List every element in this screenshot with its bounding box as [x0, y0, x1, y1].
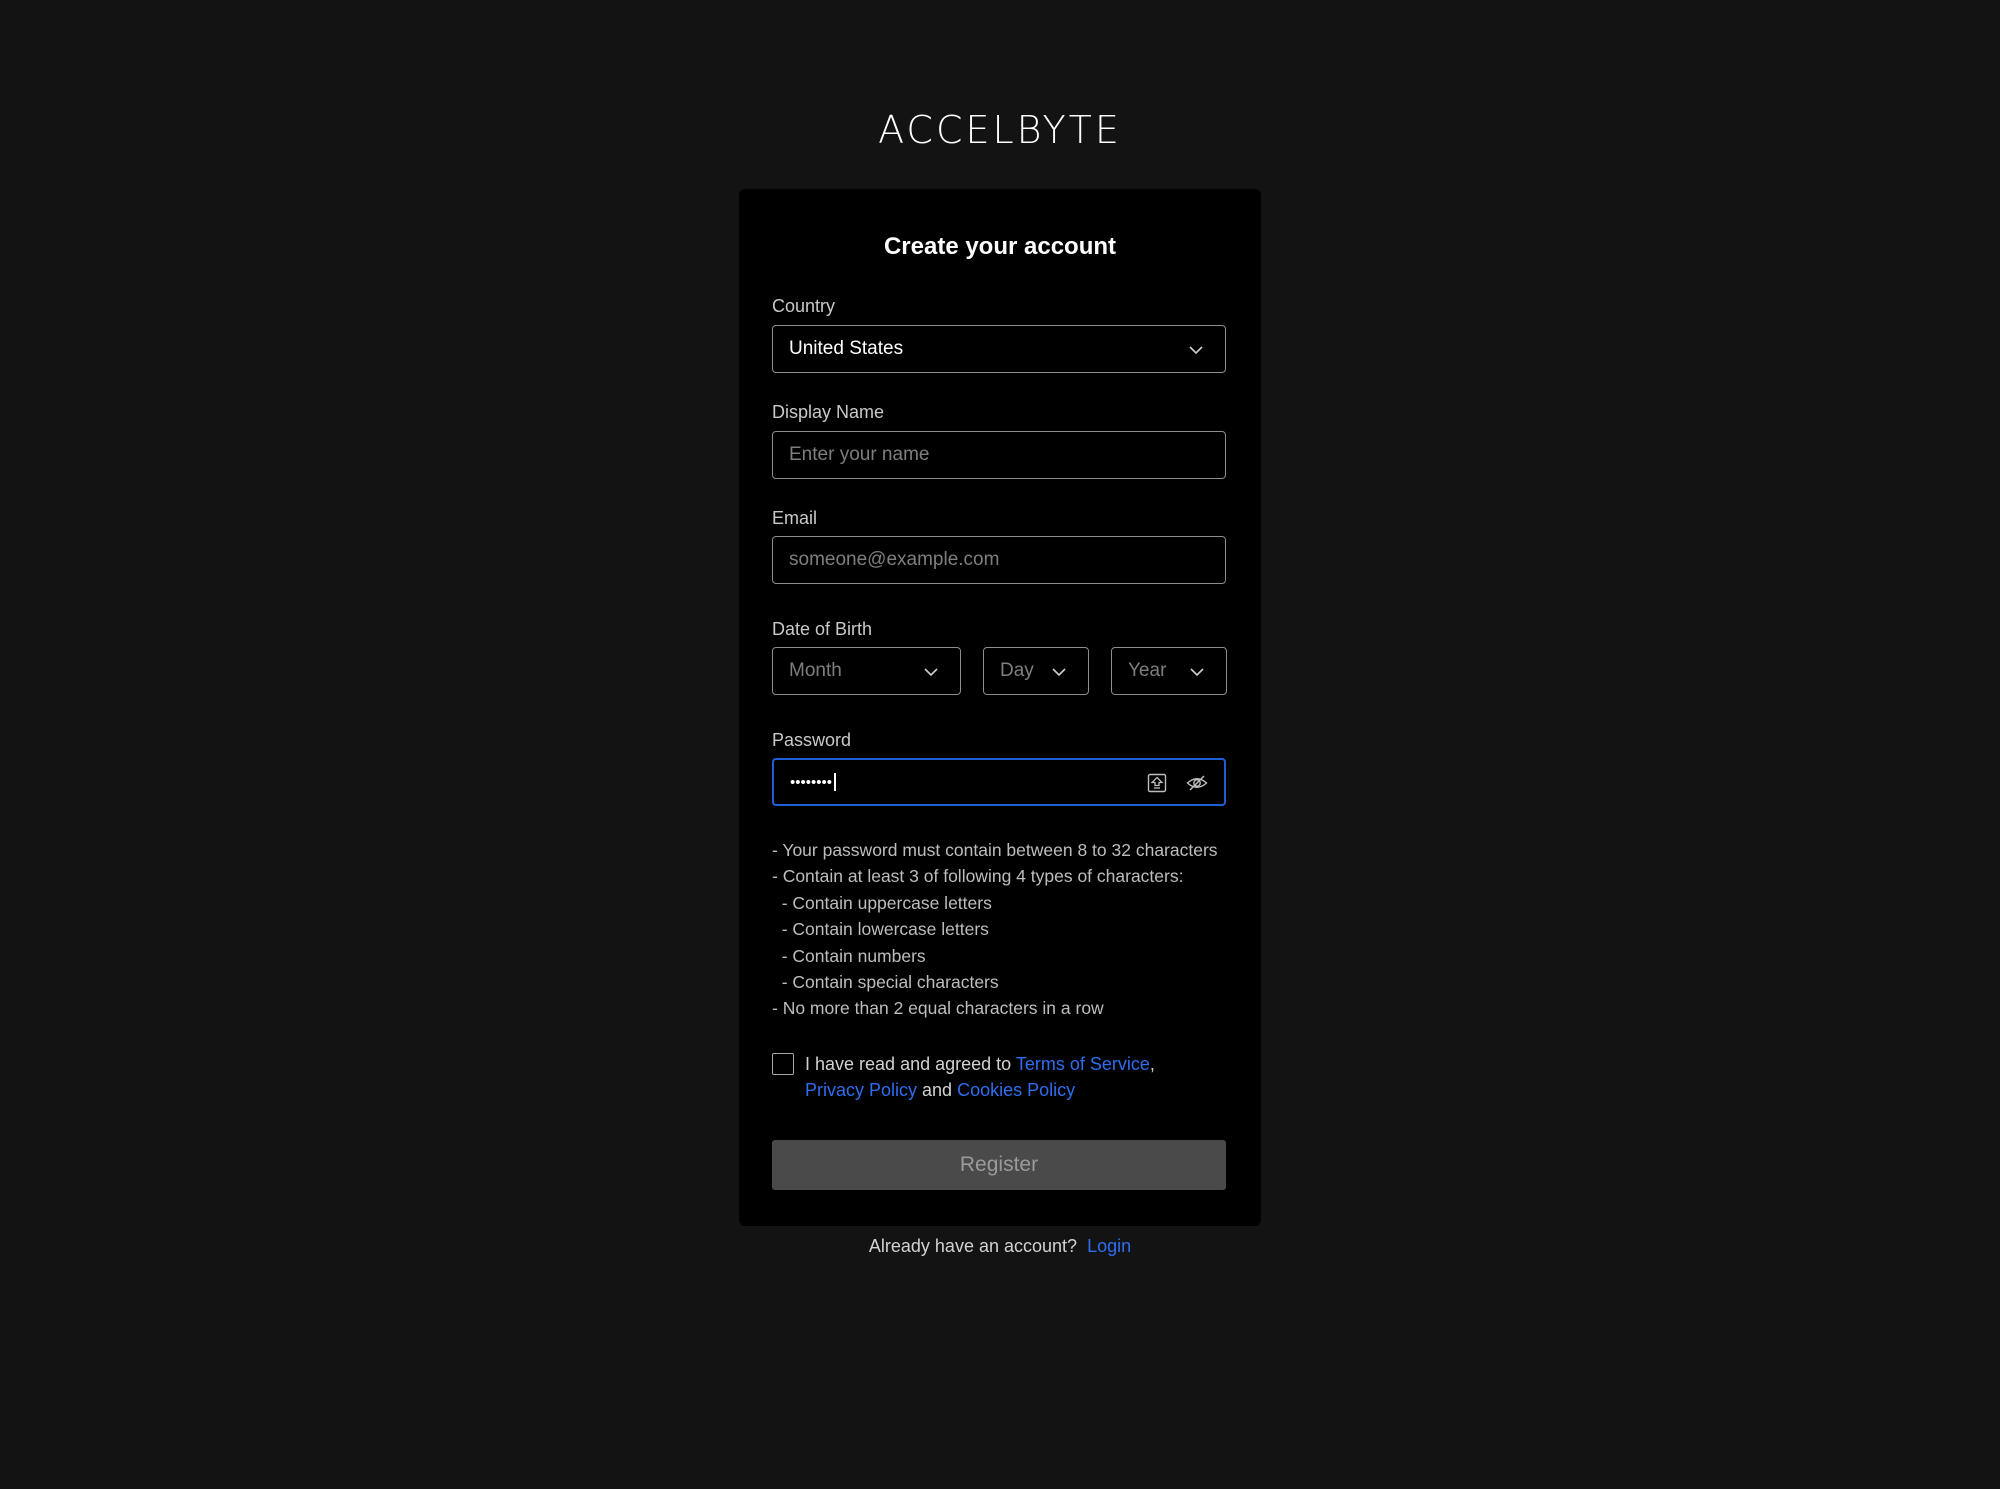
login-prompt-text: Already have an account?	[868, 1236, 1078, 1256]
display-name-field[interactable]	[772, 431, 1226, 479]
agree-text: I have read and agreed to Terms of Servi…	[805, 1054, 1155, 1100]
rule-item: - Your password must contain between 8 t…	[772, 840, 1218, 860]
email-label: Email	[772, 508, 818, 528]
login-prompt: Already have an account? Login	[0, 1236, 2000, 1257]
accelbyte-logo: ACCELBYTE	[878, 108, 1122, 152]
chevron-down-icon	[924, 668, 938, 677]
dob-month-placeholder: Month	[789, 660, 842, 681]
password-requirements: - Your password must contain between 8 t…	[772, 837, 1218, 1022]
rule-item: - Contain special characters	[772, 972, 999, 993]
rule-item: - No more than 2 equal characters in a r…	[772, 998, 1104, 1019]
dob-day-select[interactable]: Day	[983, 647, 1089, 695]
terms-of-service-link[interactable]: Terms of Service	[1016, 1054, 1150, 1074]
password-value: ••••••••	[790, 773, 833, 791]
dob-label: Date of Birth	[772, 619, 873, 639]
dob-day-placeholder: Day	[1000, 660, 1034, 681]
rule-item: - Contain lowercase letters	[772, 919, 989, 940]
chevron-down-icon	[1190, 668, 1204, 677]
chevron-down-icon	[1052, 668, 1066, 677]
rule-item: - Contain at least 3 of following 4 type…	[772, 866, 1184, 887]
display-name-input[interactable]	[789, 444, 1225, 466]
country-label: Country	[772, 296, 836, 316]
privacy-policy-link[interactable]: Privacy Policy	[805, 1080, 917, 1100]
password-field[interactable]: ••••••••	[772, 758, 1226, 806]
email-input[interactable]	[789, 549, 1225, 571]
rule-item: - Contain numbers	[772, 945, 926, 966]
caps-lock-icon	[1147, 773, 1167, 793]
login-link[interactable]: Login	[1087, 1236, 1131, 1256]
chevron-down-icon	[1189, 346, 1203, 355]
cookies-policy-link[interactable]: Cookies Policy	[957, 1080, 1075, 1100]
display-name-label: Display Name	[772, 402, 885, 422]
eye-slash-icon[interactable]	[1186, 772, 1208, 794]
country-value: United States	[789, 338, 904, 359]
password-label: Password	[772, 730, 852, 750]
email-field[interactable]	[772, 536, 1226, 584]
rule-item: - Contain uppercase letters	[772, 892, 992, 913]
page-title: Create your account	[883, 233, 1117, 260]
dob-year-select[interactable]: Year	[1111, 647, 1227, 695]
country-select[interactable]: United States	[772, 325, 1226, 373]
register-card: Create your account Country United State…	[739, 189, 1261, 1226]
agree-checkbox[interactable]	[772, 1053, 794, 1075]
dob-year-placeholder: Year	[1128, 660, 1167, 681]
dob-month-select[interactable]: Month	[772, 647, 961, 695]
register-button[interactable]: Register	[772, 1140, 1226, 1190]
text-caret	[834, 773, 836, 791]
